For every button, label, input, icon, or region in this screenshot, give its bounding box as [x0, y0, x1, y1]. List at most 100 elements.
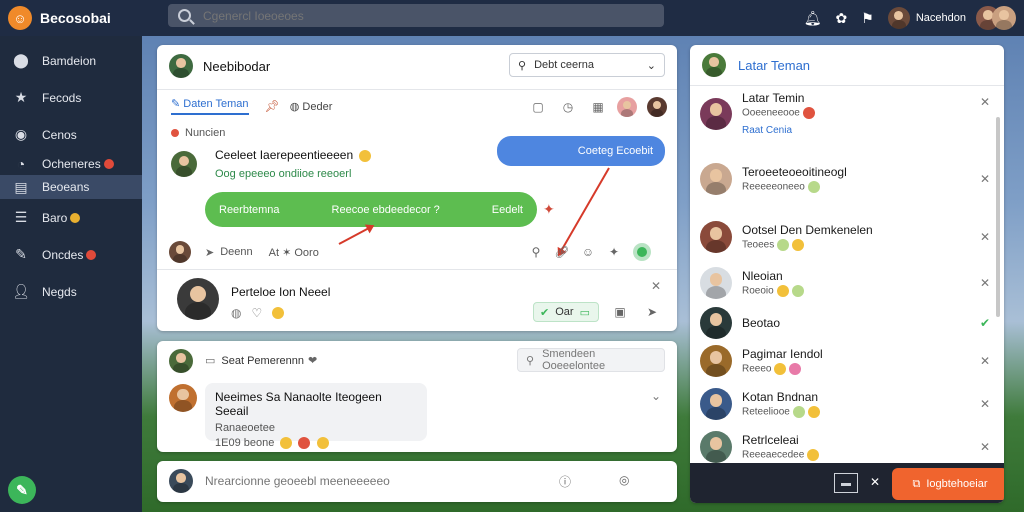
close-icon[interactable]: ✕: [980, 354, 990, 368]
feed-search[interactable]: ⚲ Smendeen Ooeeelontee: [517, 348, 665, 372]
close-icon[interactable]: ✕: [980, 276, 990, 290]
friend-name: Retrlceleai: [742, 433, 799, 447]
friend-item[interactable]: Retrlceleai Reeeaecedee ✕: [700, 431, 990, 463]
feed-avatar[interactable]: [169, 349, 193, 373]
mic-icon[interactable]: ◍: [231, 306, 241, 320]
tab-deder[interactable]: ◍ Deder: [290, 100, 333, 113]
gallery-icon[interactable]: ▣: [611, 303, 629, 321]
copy-icon[interactable]: ▢: [529, 98, 547, 116]
friend-status: Reeeaecedee: [742, 449, 820, 461]
friend-extra[interactable]: Raat Cenia: [742, 125, 815, 136]
sidebar-item-edit[interactable]: ✎ Oncdes: [0, 236, 142, 273]
global-search[interactable]: [168, 4, 664, 27]
message-avatar[interactable]: [171, 151, 197, 177]
emoji-picker-icon[interactable]: ☺: [579, 243, 597, 261]
annotation-arrow: [558, 167, 610, 256]
friend-item[interactable]: Pagimar Iendol Reeeo ✕: [700, 345, 990, 377]
friend-avatar[interactable]: [700, 388, 732, 420]
close-icon[interactable]: ✕: [980, 95, 990, 109]
friend-avatar[interactable]: [700, 221, 732, 253]
friend-item[interactable]: Teroeeteoeoitineogl Reeeeeoneeo ✕: [700, 163, 990, 195]
sidebar-item-home[interactable]: ⬤ Bamdeion: [0, 42, 142, 79]
notification-badge: [70, 212, 81, 223]
close-icon[interactable]: ✕: [870, 475, 880, 489]
app-logo[interactable]: ☺: [8, 6, 32, 30]
send-icon[interactable]: ➤: [643, 303, 661, 321]
chat-icon: ◔: [16, 156, 26, 172]
online-toggle-icon[interactable]: [633, 243, 651, 261]
message-subtext-text: Oog epeeeo ondiioe reeoerl: [215, 168, 352, 180]
close-icon[interactable]: ✕: [980, 440, 990, 454]
sidebar-item-list[interactable]: ☰ Baro: [0, 199, 142, 236]
window-icon[interactable]: ▬: [834, 473, 858, 493]
friend-avatar[interactable]: [700, 307, 732, 339]
sidebar-item-people[interactable]: 👤︎ Negds: [0, 273, 142, 310]
pin-icon[interactable]: 📌︎: [265, 99, 280, 113]
post-bubble[interactable]: Neeimes Sa Nanaolte Iteogeen Seeail Rana…: [205, 383, 427, 450]
composer-avatar[interactable]: [169, 469, 193, 493]
emoji-icon: [789, 363, 802, 375]
bell-icon[interactable]: 🔔︎: [804, 10, 822, 27]
chat-avatar[interactable]: [169, 54, 193, 78]
share-icon[interactable]: ➤: [205, 246, 214, 259]
friend-item[interactable]: Beotao ✔: [700, 307, 990, 339]
check-icon[interactable]: ✔: [980, 316, 990, 330]
action-avatar[interactable]: [169, 241, 191, 263]
info-icon[interactable]: ⓘ: [559, 473, 571, 490]
friend-item[interactable]: Nleoian Roeoio ✕: [700, 267, 990, 299]
global-search-input[interactable]: [203, 8, 603, 23]
profile-avatar-2[interactable]: [992, 6, 1016, 30]
sidebar-item-circle[interactable]: ◉ Cenos: [0, 116, 142, 153]
friend-status-text: Teoees: [742, 239, 775, 251]
clock-icon[interactable]: ◷: [559, 98, 577, 116]
friend-avatar[interactable]: [700, 163, 732, 195]
tab-daten-teman[interactable]: ✎ Daten Teman: [171, 97, 249, 115]
primary-action-button[interactable]: ⧉ Iogbtehoeiar: [892, 468, 1004, 500]
emoji-icon[interactable]: [272, 307, 285, 319]
post-meta: 1E09 beone: [215, 437, 275, 449]
pin-icon[interactable]: ✦: [605, 243, 623, 261]
close-icon[interactable]: ✕: [980, 230, 990, 244]
friend-item[interactable]: Latar Temin Ooeeneeooe Raat Cenia ✕: [700, 91, 990, 136]
close-icon[interactable]: ✕: [980, 172, 990, 186]
search-icon[interactable]: ⚲: [527, 243, 545, 261]
chat-filter-dropdown[interactable]: ⚲ Debt ceerna ⌄: [509, 53, 665, 77]
home-icon: ⬤: [13, 52, 29, 68]
close-icon[interactable]: ✕: [980, 397, 990, 411]
compose-avatar[interactable]: [177, 278, 219, 320]
sidebar-item-grid[interactable]: ▤ Beoeans: [0, 175, 142, 199]
compose-fab-button[interactable]: ✎: [8, 476, 36, 504]
friend-name: Ootsel Den Demkenelen: [742, 223, 873, 237]
action-label-2[interactable]: At ✶ Ooro: [269, 246, 319, 259]
attach-icon[interactable]: 🔗︎: [553, 243, 571, 261]
action-label[interactable]: Deenn: [220, 246, 252, 258]
participant-avatar[interactable]: [647, 97, 667, 117]
scrollbar[interactable]: [996, 117, 1000, 317]
calendar-icon[interactable]: ▦: [589, 98, 607, 116]
post-avatar[interactable]: [169, 384, 197, 412]
friend-avatar[interactable]: [700, 267, 732, 299]
friend-avatar[interactable]: [700, 345, 732, 377]
reaction-icon[interactable]: ✦: [543, 201, 555, 218]
link-icon: ⧉: [912, 477, 921, 490]
flag-icon[interactable]: ⚑: [861, 10, 874, 27]
annotation-arrow: [338, 225, 374, 245]
user-name[interactable]: Nacehdon: [916, 12, 966, 24]
close-icon[interactable]: ✕: [651, 279, 661, 293]
chevron-down-icon[interactable]: ⌄: [651, 389, 661, 403]
heart-icon[interactable]: ♡: [251, 306, 262, 320]
sidebar-item-favorites[interactable]: ★ Fecods: [0, 79, 142, 116]
user-avatar[interactable]: [887, 7, 910, 29]
participant-avatar[interactable]: [617, 97, 637, 117]
compose-chip[interactable]: ✔ Oar ▭: [533, 302, 599, 322]
chat-bubble-outgoing[interactable]: Coeteg Ecoebit: [497, 136, 665, 166]
gift-icon[interactable]: ✿: [836, 10, 848, 27]
mic-icon[interactable]: ◎: [619, 473, 629, 487]
composer-input[interactable]: [205, 471, 505, 491]
friend-item[interactable]: Ootsel Den Demkenelen Teoees ✕: [700, 221, 990, 253]
friend-item[interactable]: Kotan Bndnan Reteeliooe ✕: [700, 388, 990, 420]
compose-title: Perteloe Ion Neeel: [231, 285, 331, 299]
sidebar-item-chat[interactable]: ◔ Ocheneres: [0, 153, 142, 175]
friend-avatar[interactable]: [700, 97, 732, 130]
friend-avatar[interactable]: [700, 431, 732, 463]
